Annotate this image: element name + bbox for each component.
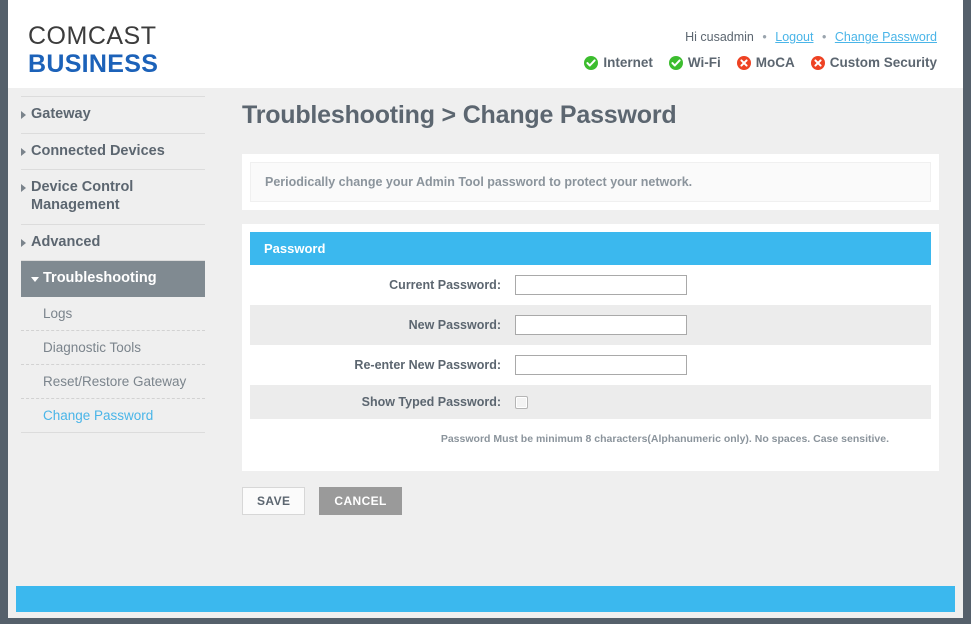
form-row-new-password: New Password: xyxy=(250,305,931,345)
new-password-input[interactable] xyxy=(515,315,687,335)
sidebar-subitem-change-password[interactable]: Change Password xyxy=(21,399,205,434)
sidebar-item-label: Troubleshooting xyxy=(43,270,157,287)
browser-window: COMCAST BUSINESS Hi cusadmin • Logout • … xyxy=(0,0,971,624)
form-row-current-password: Current Password: xyxy=(250,265,931,305)
status-item-internet: Internet xyxy=(584,55,653,70)
form-row-show-typed-password: Show Typed Password: xyxy=(250,385,931,419)
x-circle-icon xyxy=(736,55,751,70)
page-header: COMCAST BUSINESS Hi cusadmin • Logout • … xyxy=(8,0,963,88)
chevron-right-icon xyxy=(21,184,26,193)
status-label-wifi: Wi-Fi xyxy=(687,55,721,70)
sidebar-item-device-control-management[interactable]: Device Control Management xyxy=(21,170,205,225)
status-item-moca: MoCA xyxy=(736,55,795,70)
password-form-card: Password Current Password: New Password:… xyxy=(242,224,939,471)
sidebar-item-label: Connected Devices xyxy=(31,142,165,159)
status-item-custom-security: Custom Security xyxy=(810,55,937,70)
status-item-wifi: Wi-Fi xyxy=(668,55,721,70)
label-show-typed-password: Show Typed Password: xyxy=(361,395,501,409)
status-label-internet: Internet xyxy=(603,55,653,70)
sidebar-item-advanced[interactable]: Advanced xyxy=(21,225,205,262)
page-body: Gateway Connected Devices Device Control… xyxy=(8,88,963,594)
sidebar-item-connected-devices[interactable]: Connected Devices xyxy=(21,134,205,171)
x-circle-icon xyxy=(810,55,825,70)
main-content: Troubleshooting > Change Password Period… xyxy=(218,88,963,594)
info-banner-text: Periodically change your Admin Tool pass… xyxy=(250,162,931,202)
cancel-button[interactable]: CANCEL xyxy=(319,487,402,515)
sidebar-item-troubleshooting[interactable]: Troubleshooting xyxy=(21,261,205,298)
sidebar-nav: Gateway Connected Devices Device Control… xyxy=(8,88,218,594)
label-reenter-new-password: Re-enter New Password: xyxy=(354,358,501,372)
greeting-text: Hi cusadmin xyxy=(685,30,754,44)
sidebar-subitem-reset-restore-gateway[interactable]: Reset/Restore Gateway xyxy=(21,365,205,400)
page-title: Troubleshooting > Change Password xyxy=(242,101,677,129)
sidebar-subitem-logs[interactable]: Logs xyxy=(21,297,205,332)
password-rules-text: Password Must be minimum 8 characters(Al… xyxy=(440,433,889,445)
status-indicator-row: Internet Wi-Fi MoCA Custom Security xyxy=(584,55,937,70)
password-rules-row: Password Must be minimum 8 characters(Al… xyxy=(250,419,931,463)
chevron-down-icon xyxy=(31,277,39,283)
current-password-input[interactable] xyxy=(515,275,687,295)
status-label-moca: MoCA xyxy=(755,55,795,70)
panel-header-password: Password xyxy=(250,232,931,265)
user-account-row: Hi cusadmin • Logout • Change Password xyxy=(685,30,937,44)
chevron-right-icon xyxy=(21,111,26,119)
status-label-custom-security: Custom Security xyxy=(829,55,937,70)
label-new-password: New Password: xyxy=(408,318,501,332)
separator-dot: • xyxy=(762,30,767,44)
sidebar-subitem-diagnostic-tools[interactable]: Diagnostic Tools xyxy=(21,331,205,366)
change-password-link[interactable]: Change Password xyxy=(835,30,937,44)
check-circle-icon xyxy=(584,55,599,70)
separator-dot: • xyxy=(821,30,827,44)
sidebar-item-gateway[interactable]: Gateway xyxy=(21,97,205,134)
sidebar-item-label: Gateway xyxy=(31,106,91,122)
show-typed-password-checkbox[interactable] xyxy=(515,395,528,409)
comcast-business-logo: COMCAST BUSINESS xyxy=(28,22,159,78)
form-row-reenter-password: Re-enter New Password: xyxy=(250,345,931,385)
footer-bar xyxy=(16,586,955,612)
info-banner-card: Periodically change your Admin Tool pass… xyxy=(242,154,939,210)
sidebar-item-label: Device Control Management xyxy=(31,179,134,214)
chevron-right-icon xyxy=(21,238,26,247)
form-actions: SAVE CANCEL xyxy=(242,487,939,515)
logo-business-text: BUSINESS xyxy=(28,49,159,78)
chevron-right-icon xyxy=(21,147,26,156)
save-button[interactable]: SAVE xyxy=(242,487,306,515)
reenter-new-password-input[interactable] xyxy=(515,355,687,375)
label-current-password: Current Password: xyxy=(389,278,501,292)
check-circle-icon xyxy=(668,55,683,70)
logout-link[interactable]: Logout xyxy=(775,30,813,44)
logo-comcast-text: COMCAST xyxy=(28,22,157,50)
sidebar-item-label: Advanced xyxy=(31,233,101,250)
